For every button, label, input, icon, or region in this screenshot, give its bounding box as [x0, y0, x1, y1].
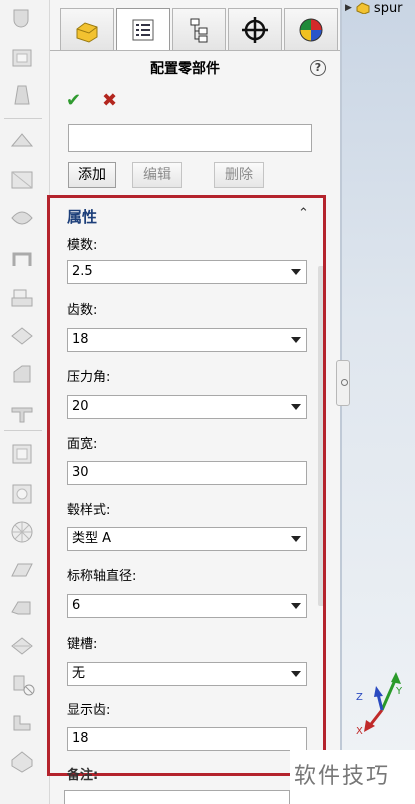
hem-icon[interactable] [6, 284, 38, 312]
property-manager-panel: 配置零部件 ? ✔ ✖ 添加 编辑 删除 属性 ⌃ 模数: 2.5 齿数: 18… [50, 0, 340, 804]
add-button[interactable]: 添加 [68, 162, 116, 188]
flyout-tree-item[interactable]: ▶ spur [345, 0, 403, 16]
tab-dimxpert-manager[interactable] [228, 8, 282, 50]
configuration-manager-icon [190, 18, 208, 42]
nominal-shaft-value: 6 [72, 598, 81, 613]
edge-flange-icon[interactable] [6, 204, 38, 232]
sheet-metal-icon[interactable] [6, 126, 38, 154]
dropdown-arrow-icon [291, 536, 301, 542]
hub-style-value: 类型 A [72, 531, 112, 546]
vent-icon[interactable] [6, 398, 38, 426]
toolbar-divider [4, 118, 42, 119]
part-icon [356, 2, 370, 14]
hub-style-select[interactable]: 类型 A [67, 527, 307, 551]
keyway-label: 键槽: [67, 637, 98, 652]
splitter-handle[interactable] [336, 360, 350, 406]
hub-style-label: 毂样式: [67, 503, 111, 518]
tab-feature-manager[interactable] [60, 8, 114, 50]
nominal-shaft-select[interactable]: 6 [67, 594, 307, 618]
properties-scrollbar[interactable] [318, 266, 326, 606]
dropdown-arrow-icon [291, 269, 301, 275]
corner-relief-icon[interactable] [6, 746, 38, 774]
dimxpert-crosshair-icon [242, 16, 268, 43]
help-icon[interactable]: ? [310, 60, 326, 76]
forming-tool-icon[interactable] [6, 518, 38, 546]
coordinate-triad-icon: Z Y X [356, 672, 403, 736]
svg-text:X: X [356, 726, 363, 736]
edit-button[interactable]: 编辑 [132, 162, 182, 188]
pressure-angle-value: 20 [72, 399, 89, 414]
tab-configuration-manager[interactable] [172, 8, 226, 50]
convert-to-sheet-metal-icon[interactable] [6, 440, 38, 468]
pressure-angle-select[interactable]: 20 [67, 395, 307, 419]
teeth-select[interactable]: 18 [67, 328, 307, 352]
command-toolbar [0, 0, 50, 804]
keyway-select[interactable]: 无 [67, 662, 307, 686]
cancel-x-icon[interactable]: ✖ [102, 90, 117, 111]
face-width-input[interactable]: 30 [67, 461, 307, 485]
expand-arrow-icon[interactable]: ▶ [345, 3, 352, 13]
draft-icon[interactable] [6, 82, 38, 110]
unfold-icon[interactable] [6, 556, 38, 584]
svg-text:Y: Y [395, 686, 403, 697]
panel-title: 配置零部件 [150, 61, 220, 77]
module-value: 2.5 [72, 264, 93, 279]
miter-flange-icon[interactable] [6, 244, 38, 272]
configuration-list-box[interactable] [68, 124, 312, 152]
module-select[interactable]: 2.5 [67, 260, 307, 284]
face-width-label: 面宽: [67, 437, 98, 452]
tabs-divider [50, 50, 340, 51]
collapse-chevron-icon[interactable]: ⌃ [298, 206, 309, 221]
base-flange-icon[interactable] [6, 166, 38, 194]
display-manager-icon [299, 18, 323, 41]
revolve-boss-icon[interactable] [6, 6, 38, 34]
dropdown-arrow-icon [291, 404, 301, 410]
no-bends-icon[interactable] [6, 632, 38, 660]
dropdown-arrow-icon [291, 337, 301, 343]
watermark-text: 软件技巧 [290, 750, 415, 804]
module-label: 模数: [67, 238, 98, 253]
insert-bends-icon[interactable] [6, 670, 38, 698]
tab-property-manager[interactable] [116, 8, 170, 50]
pressure-angle-label: 压力角: [67, 370, 111, 385]
show-teeth-label: 显示齿: [67, 703, 111, 718]
dropdown-arrow-icon [291, 671, 301, 677]
svg-text:Z: Z [356, 692, 363, 703]
ok-checkmark-icon[interactable]: ✔ [66, 90, 81, 111]
dropdown-arrow-icon [291, 603, 301, 609]
tree-item-label: spur [373, 0, 403, 16]
show-teeth-input[interactable]: 18 [67, 727, 307, 751]
keyway-value: 无 [72, 666, 86, 681]
notes-input[interactable] [64, 790, 290, 804]
properties-group-title: 属性 [67, 208, 98, 226]
rip-icon[interactable] [6, 708, 38, 736]
flatten-icon[interactable] [6, 480, 38, 508]
jog-icon[interactable] [6, 360, 38, 388]
feature-manager-icon [76, 21, 98, 43]
tab-display-manager[interactable] [284, 8, 338, 50]
shell-icon[interactable] [6, 44, 38, 72]
property-manager-icon [132, 19, 154, 40]
delete-button[interactable]: 删除 [214, 162, 264, 188]
properties-group: 属性 ⌃ 模数: 2.5 齿数: 18 压力角: 20 面宽: 30 毂样式: … [50, 196, 326, 804]
toolbar-divider [4, 430, 42, 431]
manager-tabs [60, 8, 338, 50]
notes-label: 备注: [67, 768, 99, 783]
sketched-bend-icon[interactable] [6, 322, 38, 350]
nominal-shaft-label: 标称轴直径: [67, 569, 137, 584]
fold-icon[interactable] [6, 594, 38, 622]
teeth-value: 18 [72, 332, 89, 347]
teeth-label: 齿数: [67, 303, 98, 318]
